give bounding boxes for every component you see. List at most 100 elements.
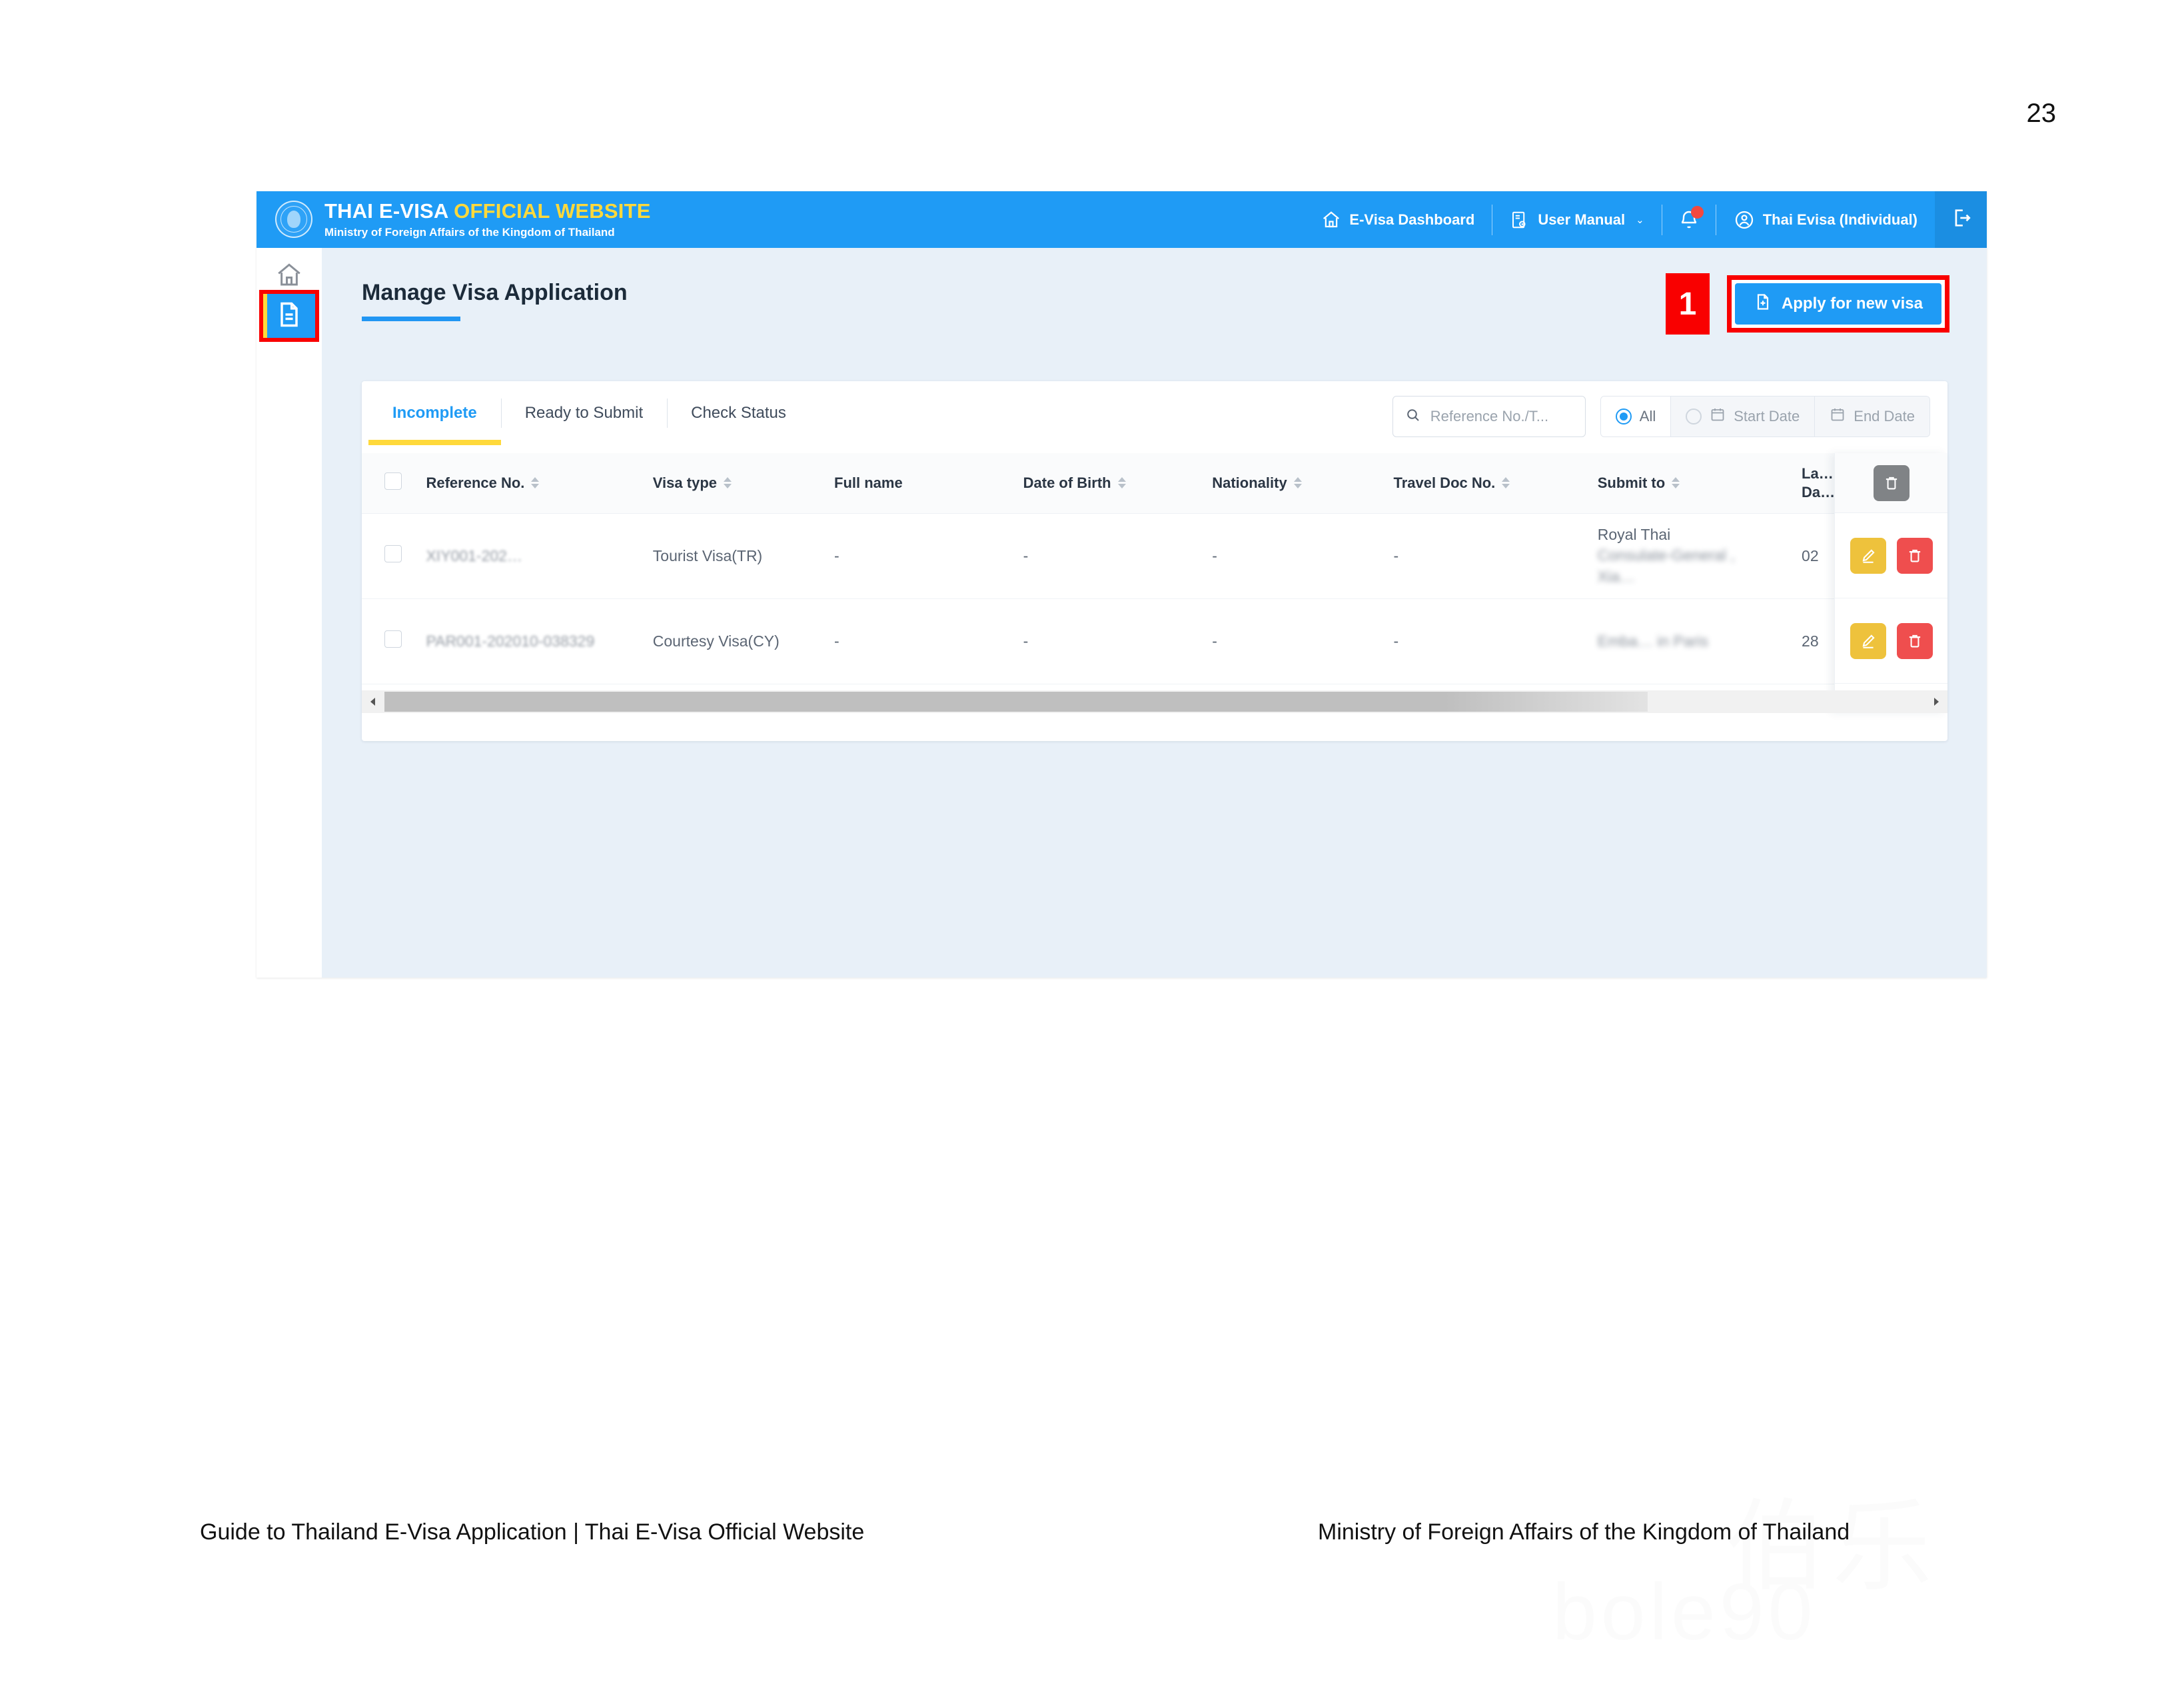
radio-all[interactable] — [1616, 409, 1632, 424]
row-actions — [1835, 598, 1947, 684]
cell-nationality: - — [1207, 598, 1388, 684]
cell-date-of-birth: - — [1018, 598, 1207, 684]
row-checkbox[interactable] — [384, 630, 402, 648]
cell-travel-doc-no: - — [1388, 598, 1592, 684]
scrollbar-thumb[interactable] — [384, 692, 1648, 712]
apply-for-new-visa-label: Apply for new visa — [1782, 295, 1923, 313]
sidebar-item-manage-visa-application[interactable] — [259, 290, 319, 342]
nav-e-visa-dashboard[interactable]: E-Visa Dashboard — [1304, 205, 1492, 235]
column-full-name: Full name — [829, 453, 1018, 513]
logout-button[interactable] — [1935, 191, 1987, 248]
app-title: THAI E-VISA OFFICIAL WEBSITE — [324, 201, 651, 223]
page-title-underline — [362, 317, 460, 321]
table-row[interactable]: XIY001-202… Tourist Visa(TR) - - - - Roy… — [362, 513, 1947, 598]
column-nationality-label: Nationality — [1212, 474, 1287, 492]
column-reference-no-label: Reference No. — [426, 474, 524, 492]
tab-check-status[interactable]: Check Status — [667, 381, 810, 445]
cell-full-name: - — [829, 513, 1018, 598]
sort-icon[interactable] — [1672, 477, 1680, 488]
tab-ready-to-submit[interactable]: Ready to Submit — [501, 381, 667, 445]
notification-badge-dot — [1691, 206, 1704, 219]
sort-icon[interactable] — [1118, 477, 1126, 488]
sort-icon[interactable] — [724, 477, 732, 488]
page-number: 23 — [2027, 99, 2057, 129]
header-nav: E-Visa Dashboard User Manual ⌄ — [1304, 191, 1987, 248]
sort-icon[interactable] — [1294, 477, 1302, 488]
sort-icon[interactable] — [531, 477, 539, 488]
notification-bell[interactable] — [1662, 205, 1716, 235]
reference-no-value: XIY001-202… — [426, 547, 522, 564]
cell-travel-doc-no: - — [1388, 513, 1592, 598]
filter-all-option[interactable]: All — [1601, 396, 1670, 437]
table-horizontal-scrollbar[interactable] — [362, 690, 1947, 713]
document-plus-icon — [1754, 293, 1772, 316]
nav-user-manual[interactable]: User Manual ⌄ — [1492, 205, 1661, 235]
bulk-delete-button[interactable] — [1874, 465, 1910, 501]
apply-for-new-visa-button[interactable]: Apply for new visa — [1735, 283, 1941, 325]
radio-date-range[interactable] — [1686, 409, 1702, 424]
filter-controls: All — [1392, 396, 1930, 437]
select-all-checkbox[interactable] — [384, 472, 402, 490]
app-subtitle: Ministry of Foreign Affairs of the Kingd… — [324, 227, 651, 239]
logout-icon — [1949, 207, 1972, 233]
delete-row-button[interactable] — [1897, 538, 1933, 574]
nav-user-manual-label: User Manual — [1538, 211, 1625, 229]
edit-row-button[interactable] — [1850, 538, 1886, 574]
annotation-step-badge: 1 — [1666, 273, 1710, 335]
account-menu[interactable]: Thai Evisa (Individual) — [1716, 205, 1935, 235]
edit-row-button[interactable] — [1850, 623, 1886, 659]
cell-reference-no: XIY001-202… — [420, 513, 647, 598]
row-checkbox-cell — [362, 598, 420, 684]
cell-reference-no: PAR001-202010-038329 — [420, 598, 647, 684]
brand: THAI E-VISA OFFICIAL WEBSITE Ministry of… — [257, 201, 651, 238]
cell-visa-type: Courtesy Visa(CY) — [648, 598, 829, 684]
column-travel-doc-no[interactable]: Travel Doc No. — [1388, 453, 1592, 513]
cell-nationality: - — [1207, 513, 1388, 598]
scroll-left-arrow-icon[interactable] — [362, 690, 384, 713]
filter-end-date[interactable]: End Date — [1814, 396, 1929, 437]
bulk-delete-header-cell — [1835, 453, 1947, 513]
row-checkbox[interactable] — [384, 545, 402, 562]
submit-to-line-3: Xia… — [1598, 566, 1796, 587]
table-row[interactable]: PAR001-202010-038329 Courtesy Visa(CY) -… — [362, 598, 1947, 684]
account-name-label: Thai Evisa (Individual) — [1763, 211, 1917, 229]
column-select-all — [362, 453, 420, 513]
document-icon — [274, 300, 304, 333]
row-checkbox-cell — [362, 513, 420, 598]
column-submit-to[interactable]: Submit to — [1592, 453, 1796, 513]
home-icon — [1321, 210, 1341, 230]
footer-left-text: Guide to Thailand E-Visa Application | T… — [200, 1519, 864, 1545]
main-content: Manage Visa Application 1 Apply for new … — [322, 248, 1987, 978]
sort-icon[interactable] — [1502, 477, 1510, 488]
app-title-primary: THAI E-VISA — [324, 199, 448, 223]
search-box[interactable] — [1392, 396, 1586, 437]
home-outline-icon — [275, 261, 303, 293]
chevron-down-icon: ⌄ — [1636, 214, 1644, 226]
cell-submit-to: Emba… in Paris — [1592, 598, 1796, 684]
filter-start-date[interactable]: Start Date — [1670, 396, 1814, 437]
reference-no-value: PAR001-202010-038329 — [426, 632, 594, 650]
status-tabs: Incomplete Ready to Submit Check Status — [362, 381, 810, 445]
annotation-highlight-box: Apply for new visa — [1727, 275, 1949, 333]
evisa-application-screenshot: THAI E-VISA OFFICIAL WEBSITE Ministry of… — [257, 191, 1987, 978]
column-reference-no[interactable]: Reference No. — [420, 453, 647, 513]
tab-incomplete[interactable]: Incomplete — [368, 381, 501, 445]
table-header-row: Reference No. Visa type Full name — [362, 453, 1947, 513]
user-circle-icon — [1734, 209, 1755, 231]
delete-row-button[interactable] — [1897, 623, 1933, 659]
column-visa-type[interactable]: Visa type — [648, 453, 829, 513]
nav-e-visa-dashboard-label: E-Visa Dashboard — [1349, 211, 1474, 229]
submit-to-line-1: Emba… in Paris — [1598, 632, 1708, 650]
end-date-label: End Date — [1854, 408, 1915, 425]
row-actions-column — [1834, 453, 1947, 713]
apply-zone: 1 Apply for new visa — [1666, 273, 1949, 335]
visa-applications-card: Incomplete Ready to Submit Check Status — [362, 381, 1947, 741]
search-input[interactable] — [1430, 408, 1573, 425]
cell-visa-type: Tourist Visa(TR) — [648, 513, 829, 598]
column-date-of-birth[interactable]: Date of Birth — [1018, 453, 1207, 513]
column-nationality[interactable]: Nationality — [1207, 453, 1388, 513]
column-submit-to-label: Submit to — [1598, 474, 1665, 492]
scrollbar-track[interactable] — [384, 690, 1925, 713]
scroll-right-arrow-icon[interactable] — [1925, 690, 1947, 713]
tab-ready-to-submit-label: Ready to Submit — [525, 404, 643, 422]
